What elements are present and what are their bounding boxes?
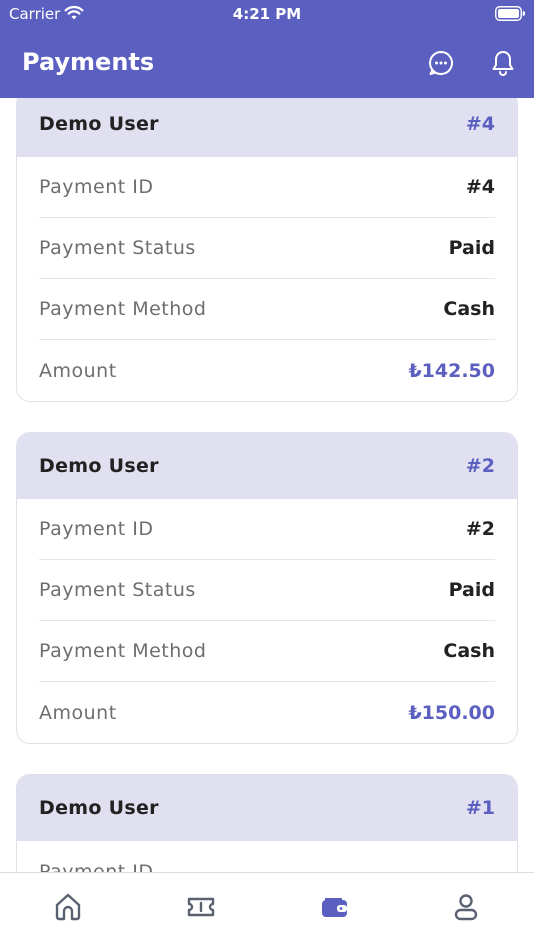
user-icon	[454, 894, 478, 921]
payment-status-row: Payment Status Paid	[39, 218, 495, 279]
payment-id-row: Payment ID #4	[39, 157, 495, 218]
payments-screen: Carrier 4:21 PM Payments Demo User #4 Pa…	[0, 0, 534, 950]
tab-home[interactable]	[48, 887, 88, 927]
payment-status-row: Payment Status Paid	[39, 560, 495, 621]
payment-user-name: Demo User	[39, 113, 159, 135]
payment-status-label: Payment Status	[39, 579, 196, 601]
payment-amount-row: Amount ₺142.50	[39, 340, 495, 401]
payment-status-value: Paid	[448, 237, 495, 259]
payment-number: #4	[465, 113, 495, 135]
payment-id-value: #2	[465, 518, 495, 540]
payments-list[interactable]: Demo User #4 Payment ID #4 Payment Statu…	[0, 98, 534, 872]
payment-method-label: Payment Method	[39, 298, 207, 320]
tab-profile[interactable]	[446, 887, 486, 927]
notifications-button[interactable]	[487, 47, 519, 79]
payment-method-value: Cash	[443, 298, 495, 320]
ticket-icon	[187, 897, 215, 917]
status-bar: Carrier 4:21 PM	[0, 0, 534, 30]
payment-number: #1	[465, 797, 495, 819]
payment-card-header: Demo User #4	[17, 98, 517, 157]
status-time: 4:21 PM	[232, 5, 302, 23]
wallet-icon	[322, 898, 347, 917]
payment-amount-value: ₺150.00	[408, 701, 495, 724]
messages-button[interactable]	[425, 47, 457, 79]
payment-card-header: Demo User #1	[17, 775, 517, 841]
payment-card[interactable]: Demo User #2 Payment ID #2 Payment Statu…	[16, 432, 518, 744]
chat-bubble-icon	[429, 51, 453, 75]
payment-id-row: Payment ID	[39, 841, 495, 873]
payment-number: #2	[465, 455, 495, 477]
page-title: Payments	[22, 48, 155, 76]
payment-user-name: Demo User	[39, 455, 159, 477]
payment-card[interactable]: Demo User #4 Payment ID #4 Payment Statu…	[16, 98, 518, 402]
tab-wallet[interactable]	[314, 887, 354, 927]
payment-amount-label: Amount	[39, 701, 117, 724]
payment-id-value: #4	[465, 176, 495, 198]
app-header: Carrier 4:21 PM Payments	[0, 0, 534, 98]
payment-status-value: Paid	[448, 579, 495, 601]
bell-icon	[492, 51, 514, 76]
battery-icon	[495, 6, 525, 21]
payment-method-row: Payment Method Cash	[39, 279, 495, 340]
payment-card[interactable]: Demo User #1 Payment ID	[16, 774, 518, 872]
payment-status-label: Payment Status	[39, 237, 196, 259]
bottom-tab-bar	[0, 872, 534, 950]
payment-card-header: Demo User #2	[17, 433, 517, 499]
payment-id-label: Payment ID	[39, 518, 154, 540]
payment-user-name: Demo User	[39, 797, 159, 819]
payment-method-label: Payment Method	[39, 640, 207, 662]
payment-method-value: Cash	[443, 640, 495, 662]
payment-id-label: Payment ID	[39, 860, 154, 873]
payment-id-label: Payment ID	[39, 176, 154, 198]
home-icon	[55, 893, 81, 921]
payment-amount-value: ₺142.50	[408, 359, 495, 382]
tab-tickets[interactable]	[181, 887, 221, 927]
payment-method-row: Payment Method Cash	[39, 621, 495, 682]
payment-amount-row: Amount ₺150.00	[39, 682, 495, 743]
payment-id-row: Payment ID #2	[39, 499, 495, 560]
payment-amount-label: Amount	[39, 359, 117, 382]
